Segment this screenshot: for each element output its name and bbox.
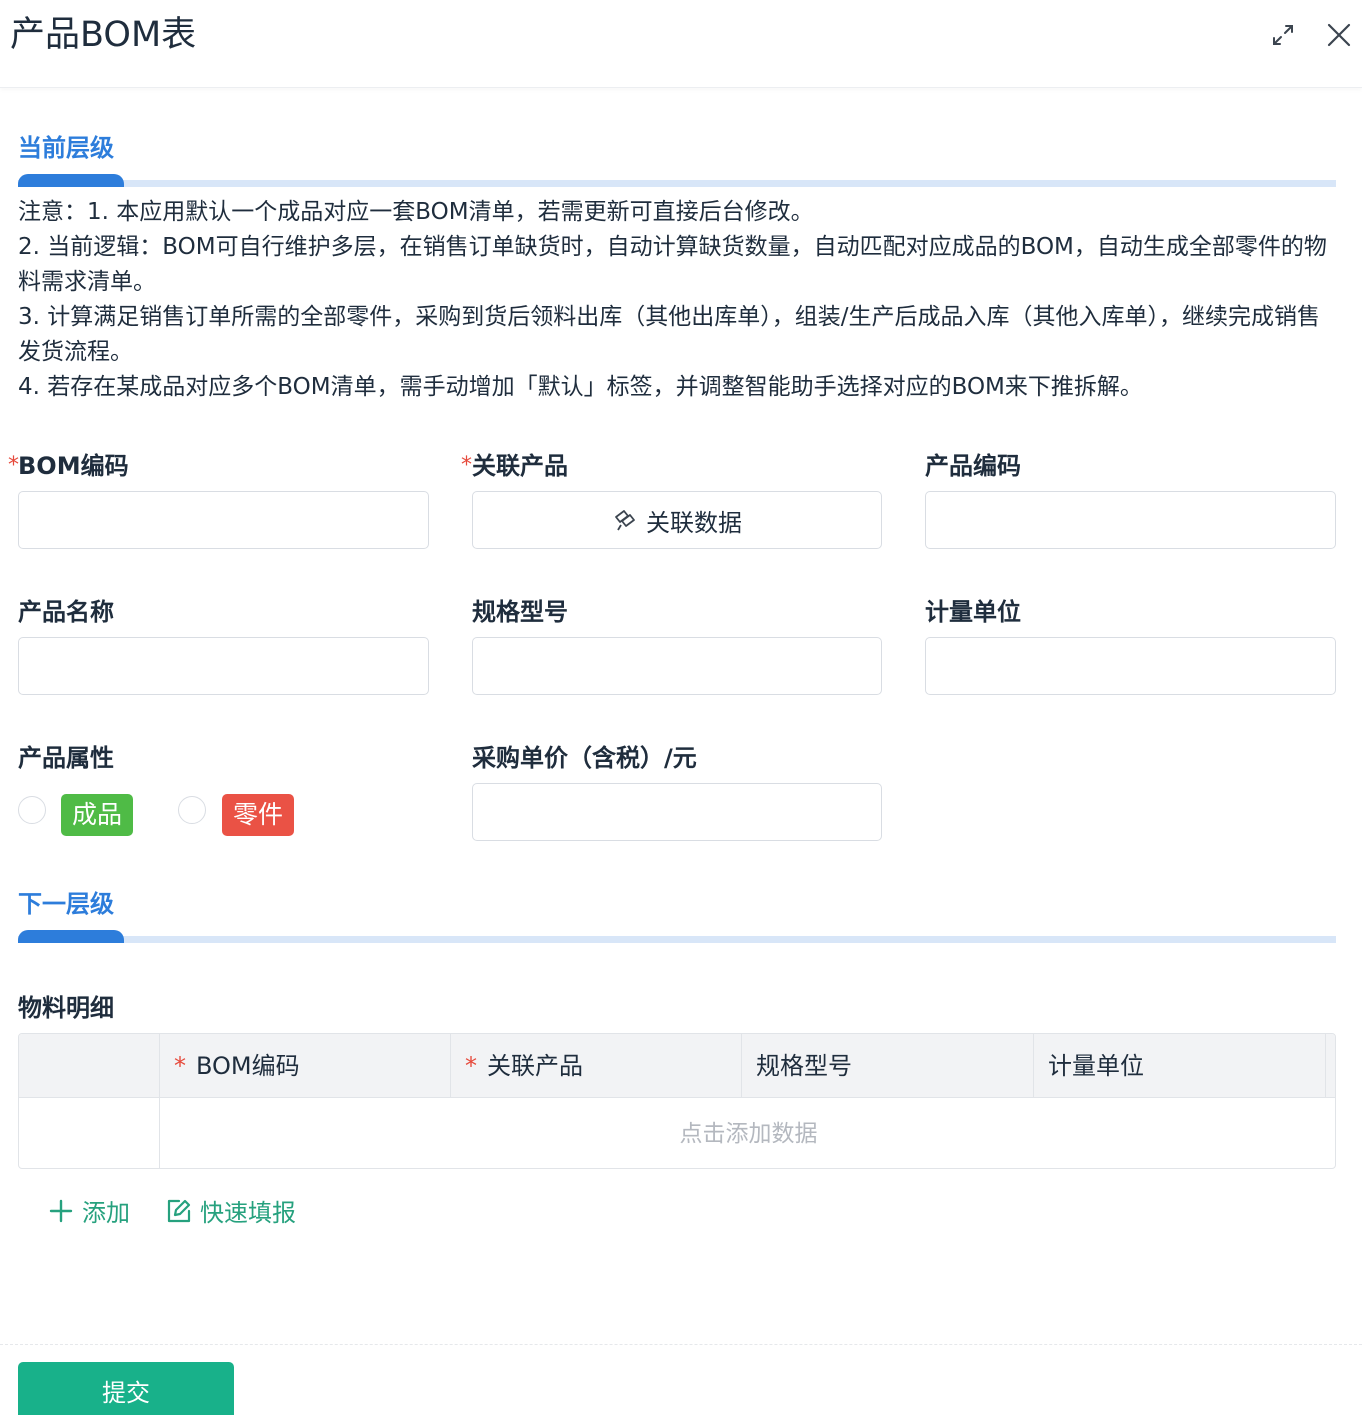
- note-line: 3. 计算满足销售订单所需的全部零件，采购到货后领料出库（其他出库单），组装/生…: [18, 304, 1321, 365]
- edit-icon: [167, 1199, 191, 1222]
- quick-fill-button[interactable]: 快速填报: [166, 1193, 296, 1228]
- dialog-title: 产品BOM表: [10, 15, 197, 55]
- header-index-cell: [19, 1034, 160, 1098]
- required-mark: *: [461, 453, 472, 478]
- product-code-label: 产品编码: [925, 452, 1021, 480]
- close-icon[interactable]: [1324, 20, 1354, 50]
- note-line: 2. 当前逻辑：BOM可自行维护多层，在销售订单缺货时，自动计算缺货数量，自动匹…: [18, 234, 1327, 295]
- material-detail-label: 物料明细: [18, 994, 114, 1022]
- unit-input[interactable]: [925, 637, 1336, 695]
- radio-part[interactable]: [178, 796, 206, 824]
- col-linked-product[interactable]: * 关联产品: [451, 1034, 742, 1098]
- link-data-label: 关联数据: [646, 508, 742, 537]
- note-line: 4. 若存在某成品对应多个BOM清单，需手动增加「默认」标签，并调整智能助手选择…: [18, 374, 1143, 400]
- link-data-button[interactable]: 关联数据: [472, 491, 882, 549]
- footer-divider: [0, 1344, 1362, 1345]
- product-code-input[interactable]: [925, 491, 1336, 549]
- unit-label: 计量单位: [925, 598, 1021, 626]
- plus-icon: [49, 1199, 73, 1222]
- tag-part[interactable]: 零件: [222, 794, 295, 836]
- notes: 注意：1. 本应用默认一个成品对应一套BOM清单，若需更新可直接后台修改。 2.…: [18, 195, 1338, 405]
- section-divider-next: [18, 930, 1336, 944]
- row-index-cell: [19, 1098, 160, 1168]
- col-spec-model[interactable]: 规格型号: [742, 1034, 1034, 1098]
- purchase-price-label: 采购单价（含税）/元: [472, 744, 697, 772]
- product-name-label: 产品名称: [18, 598, 114, 626]
- bom-dialog: 产品BOM表 当前层级 注意：1. 本应用默认一个成品对应一套BOM清单，若需更…: [0, 0, 1362, 1415]
- col-unit[interactable]: 计量单位: [1034, 1034, 1326, 1098]
- linked-product-label: 关联产品: [472, 452, 568, 480]
- bom-code-input[interactable]: [18, 491, 429, 549]
- col-bom-code[interactable]: * BOM编码: [160, 1034, 451, 1098]
- dialog-header: 产品BOM表: [0, 0, 1362, 88]
- purchase-price-input[interactable]: [472, 783, 882, 841]
- table-header: * BOM编码 * 关联产品 规格型号 计量单位: [19, 1034, 1335, 1098]
- bom-code-label: BOM编码: [18, 452, 129, 480]
- add-row-button[interactable]: 添加: [48, 1193, 130, 1228]
- section-title-next: 下一层级: [18, 890, 114, 918]
- expand-icon[interactable]: [1268, 20, 1298, 50]
- tag-finished[interactable]: 成品: [61, 794, 134, 836]
- radio-finished[interactable]: [18, 796, 46, 824]
- spec-model-label: 规格型号: [472, 598, 568, 626]
- product-attr-label: 产品属性: [18, 744, 114, 772]
- link-icon: [615, 510, 635, 531]
- submit-button[interactable]: 提交: [18, 1362, 234, 1415]
- add-data-placeholder[interactable]: 点击添加数据: [160, 1098, 1335, 1168]
- quick-fill-label: 快速填报: [200, 1199, 296, 1227]
- add-row-label: 添加: [82, 1199, 130, 1227]
- section-divider-current: [18, 174, 1336, 188]
- spec-model-input[interactable]: [472, 637, 882, 695]
- note-line: 注意：1. 本应用默认一个成品对应一套BOM清单，若需更新可直接后台修改。: [18, 199, 814, 225]
- section-title-current: 当前层级: [18, 134, 114, 162]
- product-name-input[interactable]: [18, 637, 429, 695]
- material-table: * BOM编码 * 关联产品 规格型号 计量单位 点击添加数据: [18, 1033, 1336, 1169]
